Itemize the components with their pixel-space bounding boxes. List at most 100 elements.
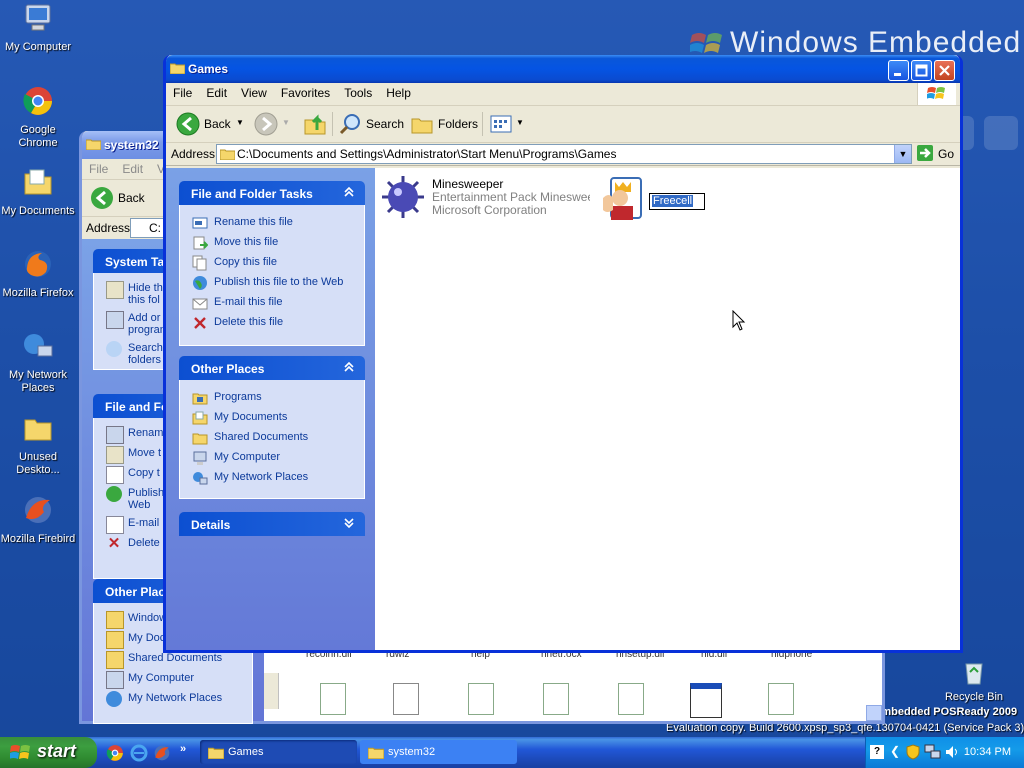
collapse-chevron-icon — [344, 361, 354, 372]
address-value: C: — [149, 221, 161, 235]
dll-file-icon[interactable] — [618, 683, 644, 715]
go-button[interactable]: Go — [916, 144, 956, 162]
back-dropdown-icon[interactable]: ▼ — [236, 118, 244, 127]
menu-view[interactable]: View — [234, 83, 274, 103]
file-minesweeper[interactable]: Minesweeper Entertainment Pack Minesweep… — [380, 174, 595, 220]
task-copy-file[interactable]: Copy this file — [180, 253, 364, 273]
minimize-button[interactable] — [888, 60, 909, 81]
quicklaunch-firebird[interactable] — [153, 744, 171, 762]
desktop-icon-unused-desktop[interactable]: Unused Deskto... — [0, 412, 76, 477]
computer-icon — [193, 451, 207, 465]
dll-file-icon[interactable] — [768, 683, 794, 715]
task-publish-web[interactable]: Publish this file to the Web — [180, 273, 364, 293]
views-dropdown-icon[interactable]: ▼ — [516, 118, 524, 127]
games-file-list[interactable]: Minesweeper Entertainment Pack Minesweep… — [375, 168, 960, 650]
close-button[interactable] — [934, 60, 955, 81]
firebird-icon — [25, 497, 51, 523]
ocx-file-icon[interactable] — [393, 683, 419, 715]
place-shared-documents[interactable]: Shared Documents — [180, 428, 364, 448]
place-my-computer[interactable]: My Computer — [180, 448, 364, 468]
security-shield-icon[interactable] — [906, 744, 920, 760]
help-icon[interactable]: ? — [870, 745, 884, 759]
volume-icon[interactable] — [944, 744, 960, 760]
views-button[interactable]: ▼ — [489, 112, 524, 136]
address-dropdown-button[interactable]: ▼ — [894, 145, 911, 163]
quicklaunch-ie[interactable] — [130, 744, 148, 762]
file-folder-tasks-header[interactable]: File and Folder Tasks — [179, 181, 365, 205]
forward-button[interactable]: ▼ — [254, 112, 290, 136]
menu-edit[interactable]: Edit — [199, 83, 234, 103]
network-places-icon — [193, 472, 208, 485]
dll-file-icon[interactable] — [468, 683, 494, 715]
copy-icon — [192, 255, 207, 271]
details-header[interactable]: Details — [179, 512, 365, 536]
recycle-bin-icon — [965, 663, 983, 685]
desktop-icon-my-network-places[interactable]: My Network Places — [0, 330, 76, 395]
task-delete-file[interactable]: Delete this file — [180, 313, 364, 333]
folder-icon — [86, 139, 101, 150]
quicklaunch-chrome[interactable] — [106, 744, 124, 762]
search-button[interactable]: Search — [338, 112, 404, 136]
address-value: C:\Documents and Settings\Administrator\… — [237, 147, 617, 161]
start-label: start — [37, 741, 77, 761]
desktop-icon-my-documents[interactable]: My Documents — [0, 166, 76, 218]
task-label: Delete this file — [214, 316, 284, 328]
move-icon — [193, 236, 208, 250]
desktop-icon-google-chrome[interactable]: Google Chrome — [0, 85, 76, 150]
address-field[interactable]: C:\Documents and Settings\Administrator\… — [216, 144, 912, 164]
globe-icon — [193, 276, 207, 290]
desktop-icon-firefox[interactable]: Mozilla Firefox — [0, 248, 76, 300]
tray-expand-icon[interactable]: ❮ — [890, 744, 900, 758]
exe-file-icon[interactable] — [690, 683, 722, 718]
task-label: Rename this file — [214, 216, 293, 228]
scroll-down-button[interactable] — [866, 705, 882, 721]
menu-favorites[interactable]: Favorites — [274, 83, 337, 103]
menu-help[interactable]: Help — [379, 83, 418, 103]
desktop-icon-mozilla-firebird[interactable]: Mozilla Firebird — [0, 494, 76, 546]
desktop-icon-recycle-bin[interactable]: Recycle Bin — [944, 656, 1004, 703]
folders-label: Folders — [438, 117, 479, 131]
place-my-documents[interactable]: My Documents — [180, 408, 364, 428]
back-button[interactable]: Back ▼ — [176, 112, 244, 136]
quicklaunch-more-icon[interactable]: » — [180, 743, 186, 755]
place-label: Shared Documents — [214, 431, 309, 443]
place-my-computer[interactable]: My Computer — [94, 669, 252, 689]
clock[interactable]: 10:34 PM — [964, 746, 1011, 758]
start-button[interactable]: start — [0, 737, 97, 768]
menu-file[interactable]: File — [166, 83, 199, 103]
go-label: Go — [938, 147, 955, 161]
other-places-box: Other Places Programs My Documents Share… — [179, 356, 365, 499]
menu-tools[interactable]: Tools — [337, 83, 379, 103]
up-folder-button[interactable] — [303, 112, 327, 136]
folder-icon — [208, 747, 224, 759]
close-icon — [939, 65, 950, 76]
menu-file[interactable]: File — [82, 159, 115, 179]
maximize-button[interactable] — [911, 60, 932, 81]
dll-file-icon[interactable] — [543, 683, 569, 715]
place-programs[interactable]: Programs — [180, 388, 364, 408]
task-move-file[interactable]: Move this file — [180, 233, 364, 253]
forward-arrow-icon — [254, 112, 278, 136]
scrollbar-left[interactable] — [264, 673, 279, 709]
desktop-icon-my-computer[interactable]: My Computer — [0, 2, 76, 54]
other-places-header[interactable]: Other Places — [179, 356, 365, 380]
place-my-network-places[interactable]: My Network Places — [94, 689, 252, 709]
network-connection-icon[interactable] — [924, 744, 942, 760]
rename-icon — [192, 217, 208, 229]
collapse-chevron-icon — [344, 186, 354, 197]
folder-icon — [170, 63, 185, 74]
menu-edit[interactable]: Edit — [115, 159, 150, 179]
file-folder-tasks-title: File and Folder Tasks — [191, 187, 313, 201]
task-rename-file[interactable]: Rename this file — [180, 213, 364, 233]
games-window[interactable]: Games File Edit View Favorites Tools Help Bac… — [163, 55, 963, 653]
taskbar-button-games[interactable]: Games — [200, 740, 357, 764]
folders-button[interactable]: Folders — [410, 112, 478, 136]
place-my-network-places[interactable]: My Network Places — [180, 468, 364, 488]
games-titlebar[interactable]: Games — [166, 55, 960, 83]
rename-input[interactable]: Freecell — [649, 193, 705, 210]
task-email-file[interactable]: E-mail this file — [180, 293, 364, 313]
file-freecell[interactable] — [597, 176, 645, 222]
back-button[interactable]: Back — [90, 186, 145, 210]
dll-file-icon[interactable] — [320, 683, 346, 715]
taskbar-button-system32[interactable]: system32 — [360, 740, 517, 764]
